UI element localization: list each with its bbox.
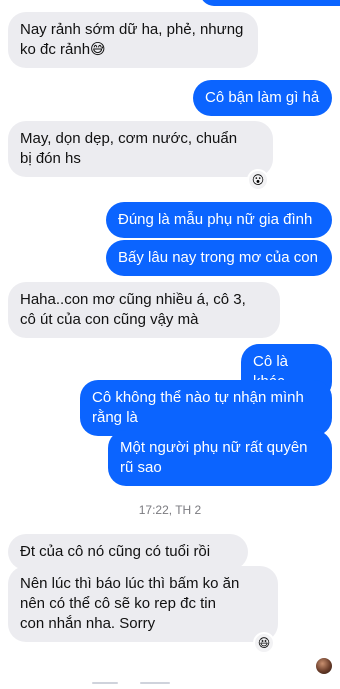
message-bubble-outgoing[interactable]: Đúng là mẫu phụ nữ gia đình: [106, 202, 332, 238]
timestamp: 17:22, TH 2: [138, 503, 202, 517]
reaction-icon[interactable]: 😆: [253, 632, 275, 654]
message-bubble-incoming[interactable]: Nên lúc thì báo lúc thì bấm ko ăn nên có…: [8, 566, 278, 642]
message-bubble-outgoing[interactable]: Cô không thể nào tự nhận mình rằng là: [80, 380, 332, 436]
footer-placeholder: [140, 682, 170, 684]
message-bubble-outgoing[interactable]: Một người phụ nữ rất quyên rũ sao: [108, 430, 332, 486]
footer-placeholder: [92, 682, 118, 684]
message-bubble-incoming[interactable]: Nay rảnh sớm dữ ha, phẻ, nhưng ko đc rản…: [8, 12, 258, 68]
message-bubble-incoming[interactable]: May, dọn dẹp, cơm nước, chuẩn bị đón hs: [8, 121, 273, 177]
read-receipt-avatar: [316, 658, 332, 674]
message-bubble-outgoing[interactable]: Cô bận làm gì hả: [193, 80, 332, 116]
message-bubble-incoming[interactable]: Đt của cô nó cũng có tuổi rồi: [8, 534, 248, 570]
previous-message-edge: [200, 0, 340, 6]
message-bubble-outgoing[interactable]: Bấy lâu nay trong mơ của con: [106, 240, 332, 276]
message-bubble-incoming[interactable]: Haha..con mơ cũng nhiều á, cô 3, cô út c…: [8, 282, 280, 338]
reaction-icon[interactable]: 😮: [247, 169, 269, 191]
